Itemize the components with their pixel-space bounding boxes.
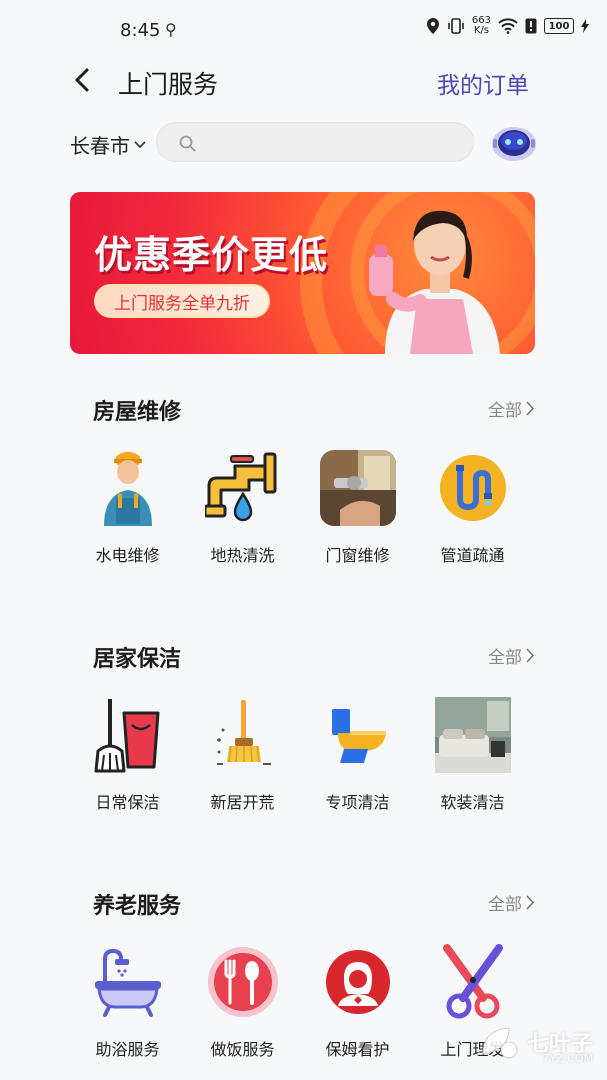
broom-bucket-icon xyxy=(94,699,159,773)
service-item[interactable]: 软装清洁 xyxy=(415,697,530,813)
back-icon[interactable] xyxy=(68,65,98,95)
city-label: 长春市 xyxy=(70,134,130,158)
alert-icon xyxy=(525,18,537,34)
housekeeper-illustration xyxy=(369,210,500,354)
service-item[interactable]: 新居开荒 xyxy=(185,697,300,813)
service-item[interactable]: 管道疏通 xyxy=(415,450,530,566)
battery-indicator: 100 xyxy=(544,18,574,34)
service-item[interactable]: 保姆看护 xyxy=(300,944,415,1060)
cooking-icon xyxy=(207,947,278,1017)
search-input[interactable] xyxy=(207,123,457,161)
search-icon xyxy=(179,135,196,152)
nanny-icon xyxy=(325,950,390,1014)
section-title: 居家保洁 xyxy=(93,647,182,672)
status-bar: 8:45 ⚲ 663 K/s 100 xyxy=(0,0,607,60)
service-item[interactable]: 专项清洁 xyxy=(300,697,415,813)
service-item[interactable]: 地热清洗 xyxy=(185,450,300,566)
net-speed: 663 K/s xyxy=(471,15,491,36)
title-bar: 上门服务 我的订单 xyxy=(0,55,607,109)
scissors-icon xyxy=(442,944,503,1019)
sofa-photo-icon xyxy=(434,697,511,773)
view-all-link[interactable]: 全部 xyxy=(488,643,535,668)
section-title: 房屋维修 xyxy=(93,400,182,425)
banner-title: 优惠季价更低 xyxy=(94,233,329,277)
status-icons: 663 K/s 100 xyxy=(426,16,589,36)
chevron-right-icon xyxy=(526,401,535,416)
vibrate-icon xyxy=(448,18,464,34)
search-box[interactable] xyxy=(156,122,474,162)
promo-banner[interactable]: 优惠季价更低 上门服务全单九折 xyxy=(70,192,535,354)
city-selector[interactable]: 长春市 xyxy=(70,130,146,159)
leaf-logo-icon xyxy=(482,1027,518,1059)
drain-pipe-icon xyxy=(439,455,506,521)
banner-pill: 上门服务全单九折 xyxy=(94,284,270,318)
bathtub-icon xyxy=(94,948,161,1017)
service-item[interactable]: 做饭服务 xyxy=(185,944,300,1060)
plumber-icon xyxy=(103,452,152,526)
toilet-icon xyxy=(331,709,386,763)
robot-assistant-icon[interactable] xyxy=(490,120,538,164)
chevron-down-icon xyxy=(134,140,146,148)
section-title: 养老服务 xyxy=(93,894,182,919)
status-time: 8:45 xyxy=(120,20,161,41)
door-lock-photo-icon xyxy=(319,450,396,526)
location-icon xyxy=(426,18,439,34)
wifi-icon xyxy=(498,18,518,34)
service-item[interactable]: 水电维修 xyxy=(70,450,185,566)
watermark-subtext: 7YZ.COM xyxy=(542,1052,593,1065)
view-all-link[interactable]: 全部 xyxy=(488,396,535,421)
chevron-right-icon xyxy=(526,895,535,910)
service-item[interactable]: 日常保洁 xyxy=(70,697,185,813)
my-orders-link[interactable]: 我的订单 xyxy=(437,66,529,100)
service-item[interactable]: 助浴服务 xyxy=(70,944,185,1060)
mop-icon xyxy=(216,700,271,765)
search-row: 长春市 xyxy=(0,120,607,164)
chevron-right-icon xyxy=(526,648,535,663)
service-item[interactable]: 门窗维修 xyxy=(300,450,415,566)
page-title: 上门服务 xyxy=(118,70,219,99)
charging-icon xyxy=(581,19,589,33)
pipe-faucet-icon xyxy=(204,452,276,522)
view-all-link[interactable]: 全部 xyxy=(488,890,535,915)
usb-icon: ⚲ xyxy=(165,20,177,39)
watermark: 七叶子 7YZ.COM xyxy=(479,1024,593,1065)
